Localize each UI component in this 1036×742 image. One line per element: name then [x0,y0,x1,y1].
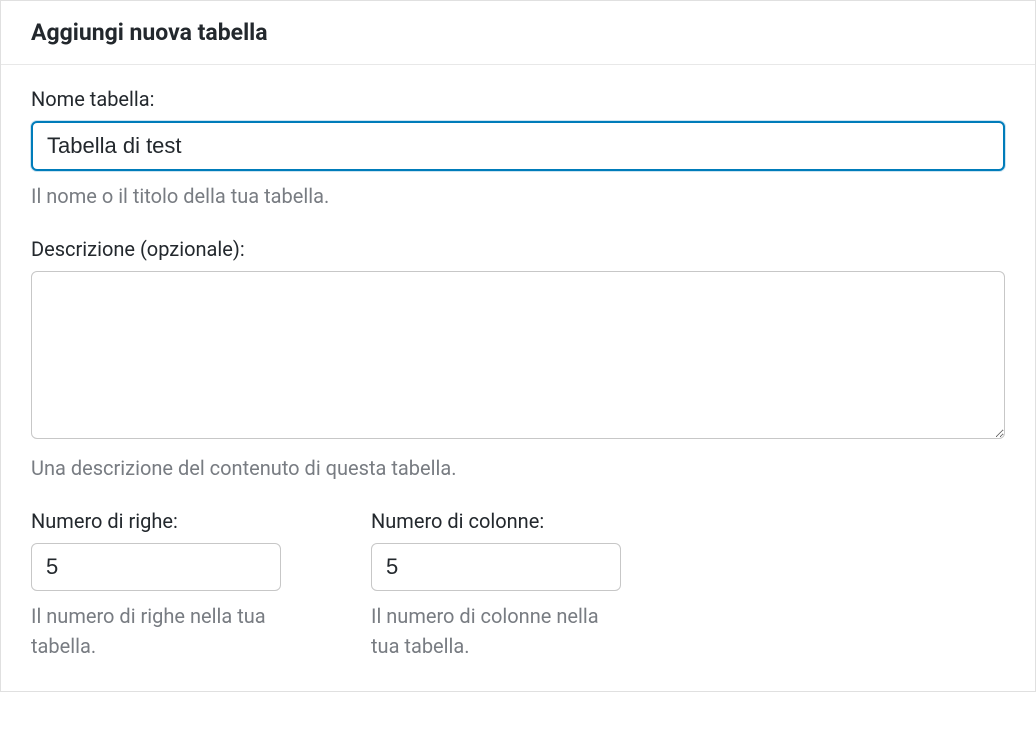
cols-input[interactable] [371,543,621,591]
field-group-name: Nome tabella: Il nome o il titolo della … [31,87,1005,211]
rows-cols-row: Numero di righe: Il numero di righe nell… [31,509,1005,661]
table-name-input[interactable] [31,121,1005,171]
rows-help: Il numero di righe nella tua tabella. [31,601,281,661]
table-name-label: Nome tabella: [31,87,1005,111]
table-name-help: Il nome o il titolo della tua tabella. [31,181,1005,211]
table-description-input[interactable] [31,271,1005,439]
field-group-rows: Numero di righe: Il numero di righe nell… [31,509,281,661]
panel-header: Aggiungi nuova tabella [1,1,1035,65]
field-group-description: Descrizione (opzionale): Una descrizione… [31,237,1005,483]
panel-title: Aggiungi nuova tabella [31,19,1005,46]
cols-help: Il numero di colonne nella tua tabella. [371,601,621,661]
table-description-label: Descrizione (opzionale): [31,237,1005,261]
panel-body: Nome tabella: Il nome o il titolo della … [1,65,1035,691]
field-group-cols: Numero di colonne: Il numero di colonne … [371,509,621,661]
add-table-panel: Aggiungi nuova tabella Nome tabella: Il … [0,0,1036,692]
rows-label: Numero di righe: [31,509,281,533]
rows-input[interactable] [31,543,281,591]
table-description-help: Una descrizione del contenuto di questa … [31,453,1005,483]
cols-label: Numero di colonne: [371,509,621,533]
